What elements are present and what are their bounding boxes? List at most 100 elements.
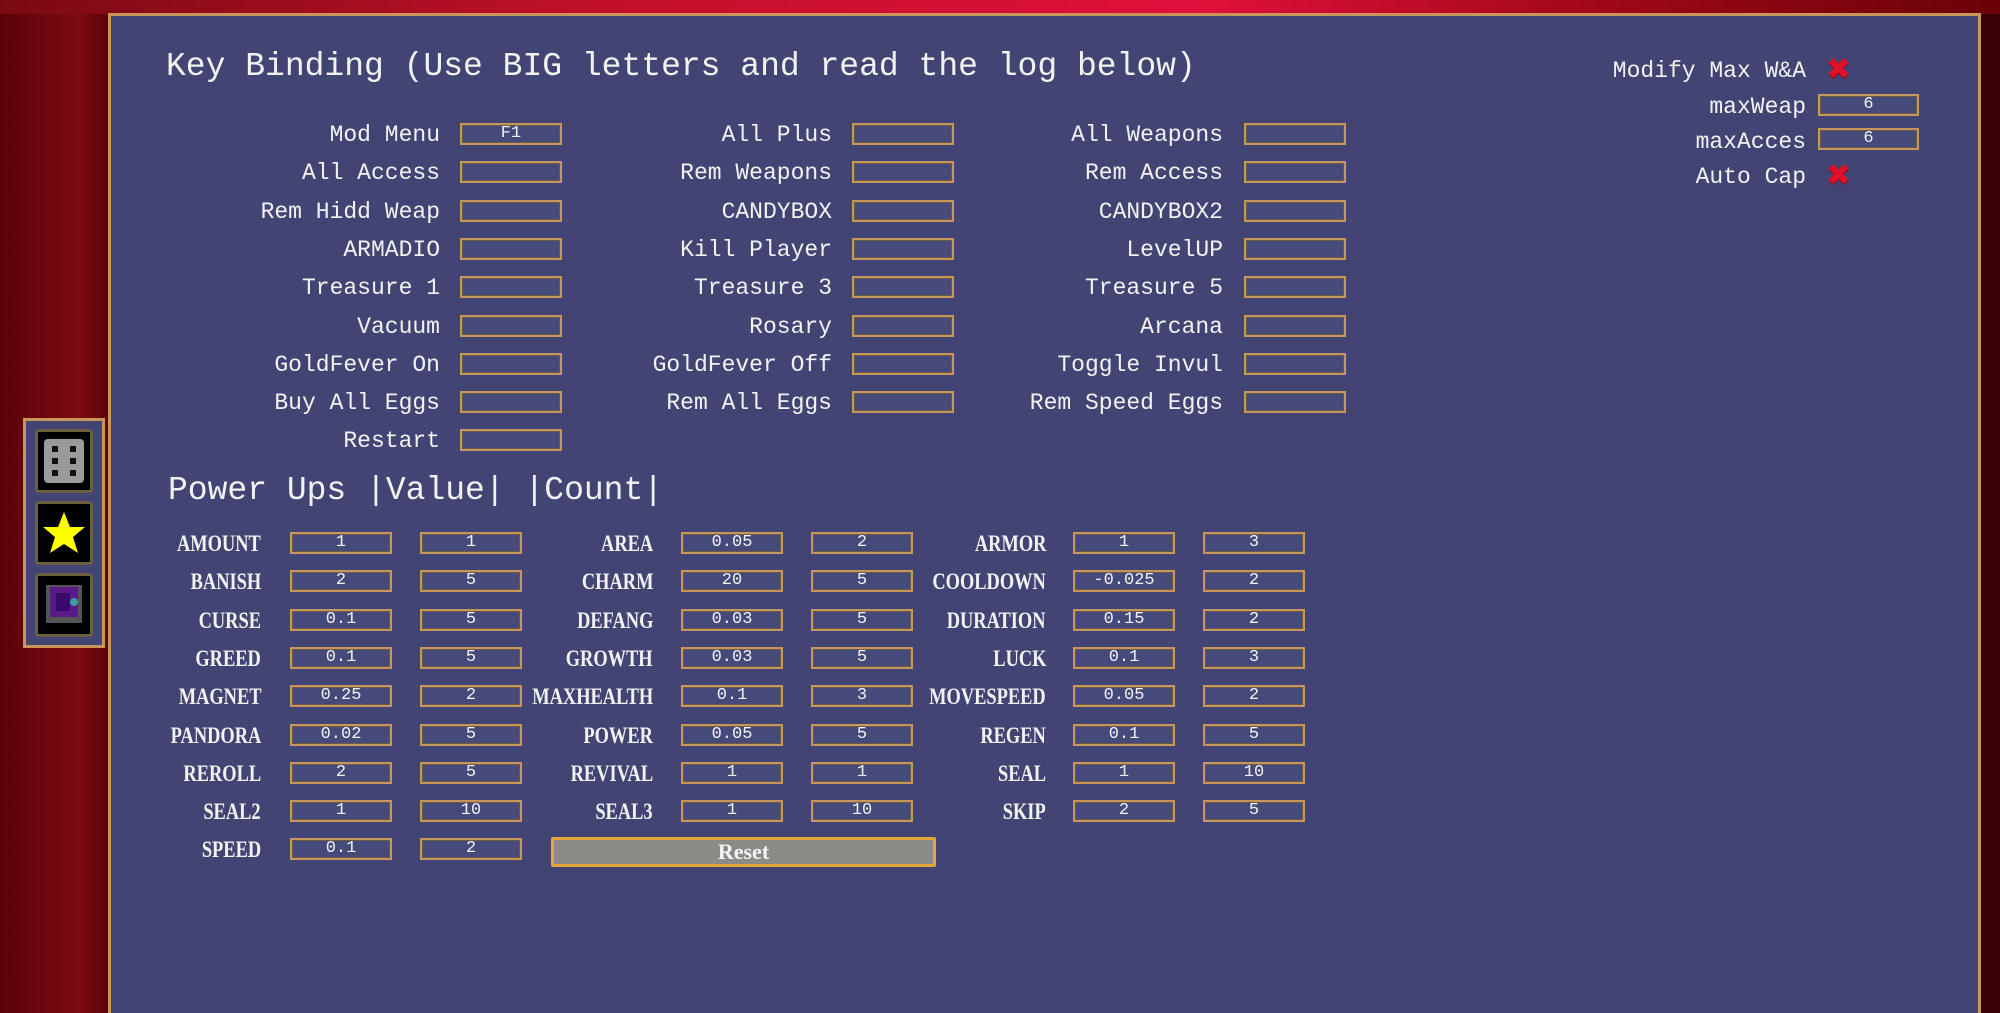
powerup-count-input[interactable]: 5 xyxy=(811,608,913,631)
background-strip xyxy=(0,0,2000,14)
powerup-count-input[interactable]: 3 xyxy=(1203,646,1305,669)
keybind-input[interactable] xyxy=(852,161,954,184)
powerup-count-input[interactable]: 2 xyxy=(420,685,522,708)
powerup-count-input[interactable]: 5 xyxy=(811,723,913,746)
powerup-count-input[interactable]: 1 xyxy=(420,532,522,554)
powerup-label: CHARM xyxy=(581,569,653,595)
powerup-value-input[interactable]: 2 xyxy=(1073,800,1175,823)
powerup-label: DEFANG xyxy=(576,607,653,633)
keybind-input[interactable] xyxy=(460,237,562,260)
powerup-count-input[interactable]: 2 xyxy=(1203,570,1305,593)
powerup-value-input[interactable]: 2 xyxy=(290,570,392,593)
powerup-count-input[interactable]: 5 xyxy=(420,608,522,631)
keybind-input[interactable] xyxy=(460,314,562,337)
powerup-count-input[interactable]: 2 xyxy=(811,532,913,554)
keybind-input[interactable] xyxy=(460,161,562,184)
powerup-value-input[interactable]: 0.1 xyxy=(290,838,392,861)
keybind-input[interactable] xyxy=(1244,123,1346,145)
powerup-label: SEAL3 xyxy=(595,799,653,825)
sidebar-button-randomizer[interactable] xyxy=(35,429,93,493)
keybind-label: Rem Speed Eggs xyxy=(1029,390,1223,417)
powerup-value-input[interactable]: 1 xyxy=(681,761,783,784)
powerup-value-input[interactable]: 0.25 xyxy=(290,685,392,708)
auto-cap-toggle-x-icon[interactable]: ✖ xyxy=(1826,161,1851,191)
powerup-value-input[interactable]: 0.05 xyxy=(1073,685,1175,708)
powerup-count-input[interactable]: 5 xyxy=(420,723,522,746)
keybind-input[interactable] xyxy=(852,314,954,337)
keybind-input[interactable] xyxy=(1244,237,1346,260)
powerup-label: SEAL2 xyxy=(203,799,261,825)
keybind-input[interactable] xyxy=(1244,276,1346,299)
keybind-input[interactable] xyxy=(852,123,954,145)
powerup-count-input[interactable]: 5 xyxy=(420,761,522,784)
powerup-value-input[interactable]: 0.05 xyxy=(681,723,783,746)
keybind-input[interactable] xyxy=(1244,391,1346,414)
powerup-label: SEAL xyxy=(997,760,1046,786)
powerup-count-input[interactable]: 5 xyxy=(811,646,913,669)
keybind-input[interactable] xyxy=(1244,352,1346,375)
powerup-value-input[interactable]: 0.1 xyxy=(290,608,392,631)
keybind-input[interactable] xyxy=(852,199,954,222)
keybind-input[interactable] xyxy=(460,429,562,452)
powerup-value-input[interactable]: 2 xyxy=(290,761,392,784)
keybind-label: Rem Hidd Weap xyxy=(260,198,440,225)
powerup-count-input[interactable]: 5 xyxy=(420,570,522,593)
powerup-value-input[interactable]: 1 xyxy=(1073,761,1175,784)
powerup-value-input[interactable]: 0.02 xyxy=(290,723,392,746)
powerup-value-input[interactable]: 0.1 xyxy=(1073,723,1175,746)
powerup-value-input[interactable]: 20 xyxy=(681,570,783,593)
keybind-input[interactable] xyxy=(460,391,562,414)
powerup-count-input[interactable]: 10 xyxy=(420,800,522,823)
powerup-value-input[interactable]: 0.1 xyxy=(290,646,392,669)
powerup-count-input[interactable]: 2 xyxy=(420,838,522,861)
keybind-label: CANDYBOX xyxy=(721,198,832,225)
powerup-value-input[interactable]: 0.15 xyxy=(1073,608,1175,631)
powerup-label: POWER xyxy=(583,722,653,748)
keybind-label: Treasure 3 xyxy=(693,275,832,302)
sidebar-button-powerups[interactable] xyxy=(35,501,93,565)
reset-button[interactable]: Reset xyxy=(551,837,936,867)
powerup-value-input[interactable]: 0.1 xyxy=(1073,646,1175,669)
keybind-input[interactable] xyxy=(1244,199,1346,222)
keybind-input[interactable] xyxy=(852,276,954,299)
powerup-count-input[interactable]: 2 xyxy=(1203,685,1305,708)
powerup-value-input[interactable]: 0.05 xyxy=(681,532,783,554)
max-weap-input[interactable]: 6 xyxy=(1818,94,1919,116)
powerup-value-input[interactable]: 0.03 xyxy=(681,646,783,669)
keybind-input[interactable] xyxy=(852,391,954,414)
keybind-input[interactable] xyxy=(460,276,562,299)
star-icon xyxy=(43,512,85,553)
powerup-count-input[interactable]: 10 xyxy=(811,800,913,823)
powerup-count-input[interactable]: 1 xyxy=(811,761,913,784)
sidebar-button-spellbook[interactable] xyxy=(35,573,93,637)
keybind-input[interactable] xyxy=(1244,161,1346,184)
powerup-count-input[interactable]: 10 xyxy=(1203,761,1305,784)
powerup-value-input[interactable]: 0.03 xyxy=(681,608,783,631)
powerup-value-input[interactable]: -0.025 xyxy=(1073,570,1175,593)
keybind-input[interactable] xyxy=(460,199,562,222)
keybind-input[interactable]: F1 xyxy=(460,123,562,145)
powerup-count-input[interactable]: 5 xyxy=(1203,800,1305,823)
modify-max-toggle-x-icon[interactable]: ✖ xyxy=(1826,55,1851,85)
powerup-count-input[interactable]: 3 xyxy=(811,685,913,708)
powerup-count-input[interactable]: 2 xyxy=(1203,608,1305,631)
powerup-value-input[interactable]: 1 xyxy=(1073,532,1175,554)
keybind-input[interactable] xyxy=(852,352,954,375)
powerup-value-input[interactable]: 0.1 xyxy=(681,685,783,708)
powerup-value-input[interactable]: 1 xyxy=(290,800,392,823)
powerup-value-input[interactable]: 1 xyxy=(681,800,783,823)
powerup-count-input[interactable]: 3 xyxy=(1203,532,1305,554)
keybind-input[interactable] xyxy=(460,352,562,375)
max-acces-input[interactable]: 6 xyxy=(1818,128,1919,150)
powerup-label: REGEN xyxy=(980,722,1046,748)
powerup-value-input[interactable]: 1 xyxy=(290,532,392,554)
keybind-label: Rosary xyxy=(749,313,832,340)
powerup-count-input[interactable]: 5 xyxy=(420,646,522,669)
keybind-input[interactable] xyxy=(1244,314,1346,337)
powerup-count-input[interactable]: 5 xyxy=(1203,723,1305,746)
keybind-label: GoldFever Off xyxy=(652,351,832,378)
powerup-label: REVIVAL xyxy=(570,760,653,786)
powerup-count-input[interactable]: 5 xyxy=(811,570,913,593)
keybind-input[interactable] xyxy=(852,237,954,260)
keybind-label: All Access xyxy=(301,160,440,187)
